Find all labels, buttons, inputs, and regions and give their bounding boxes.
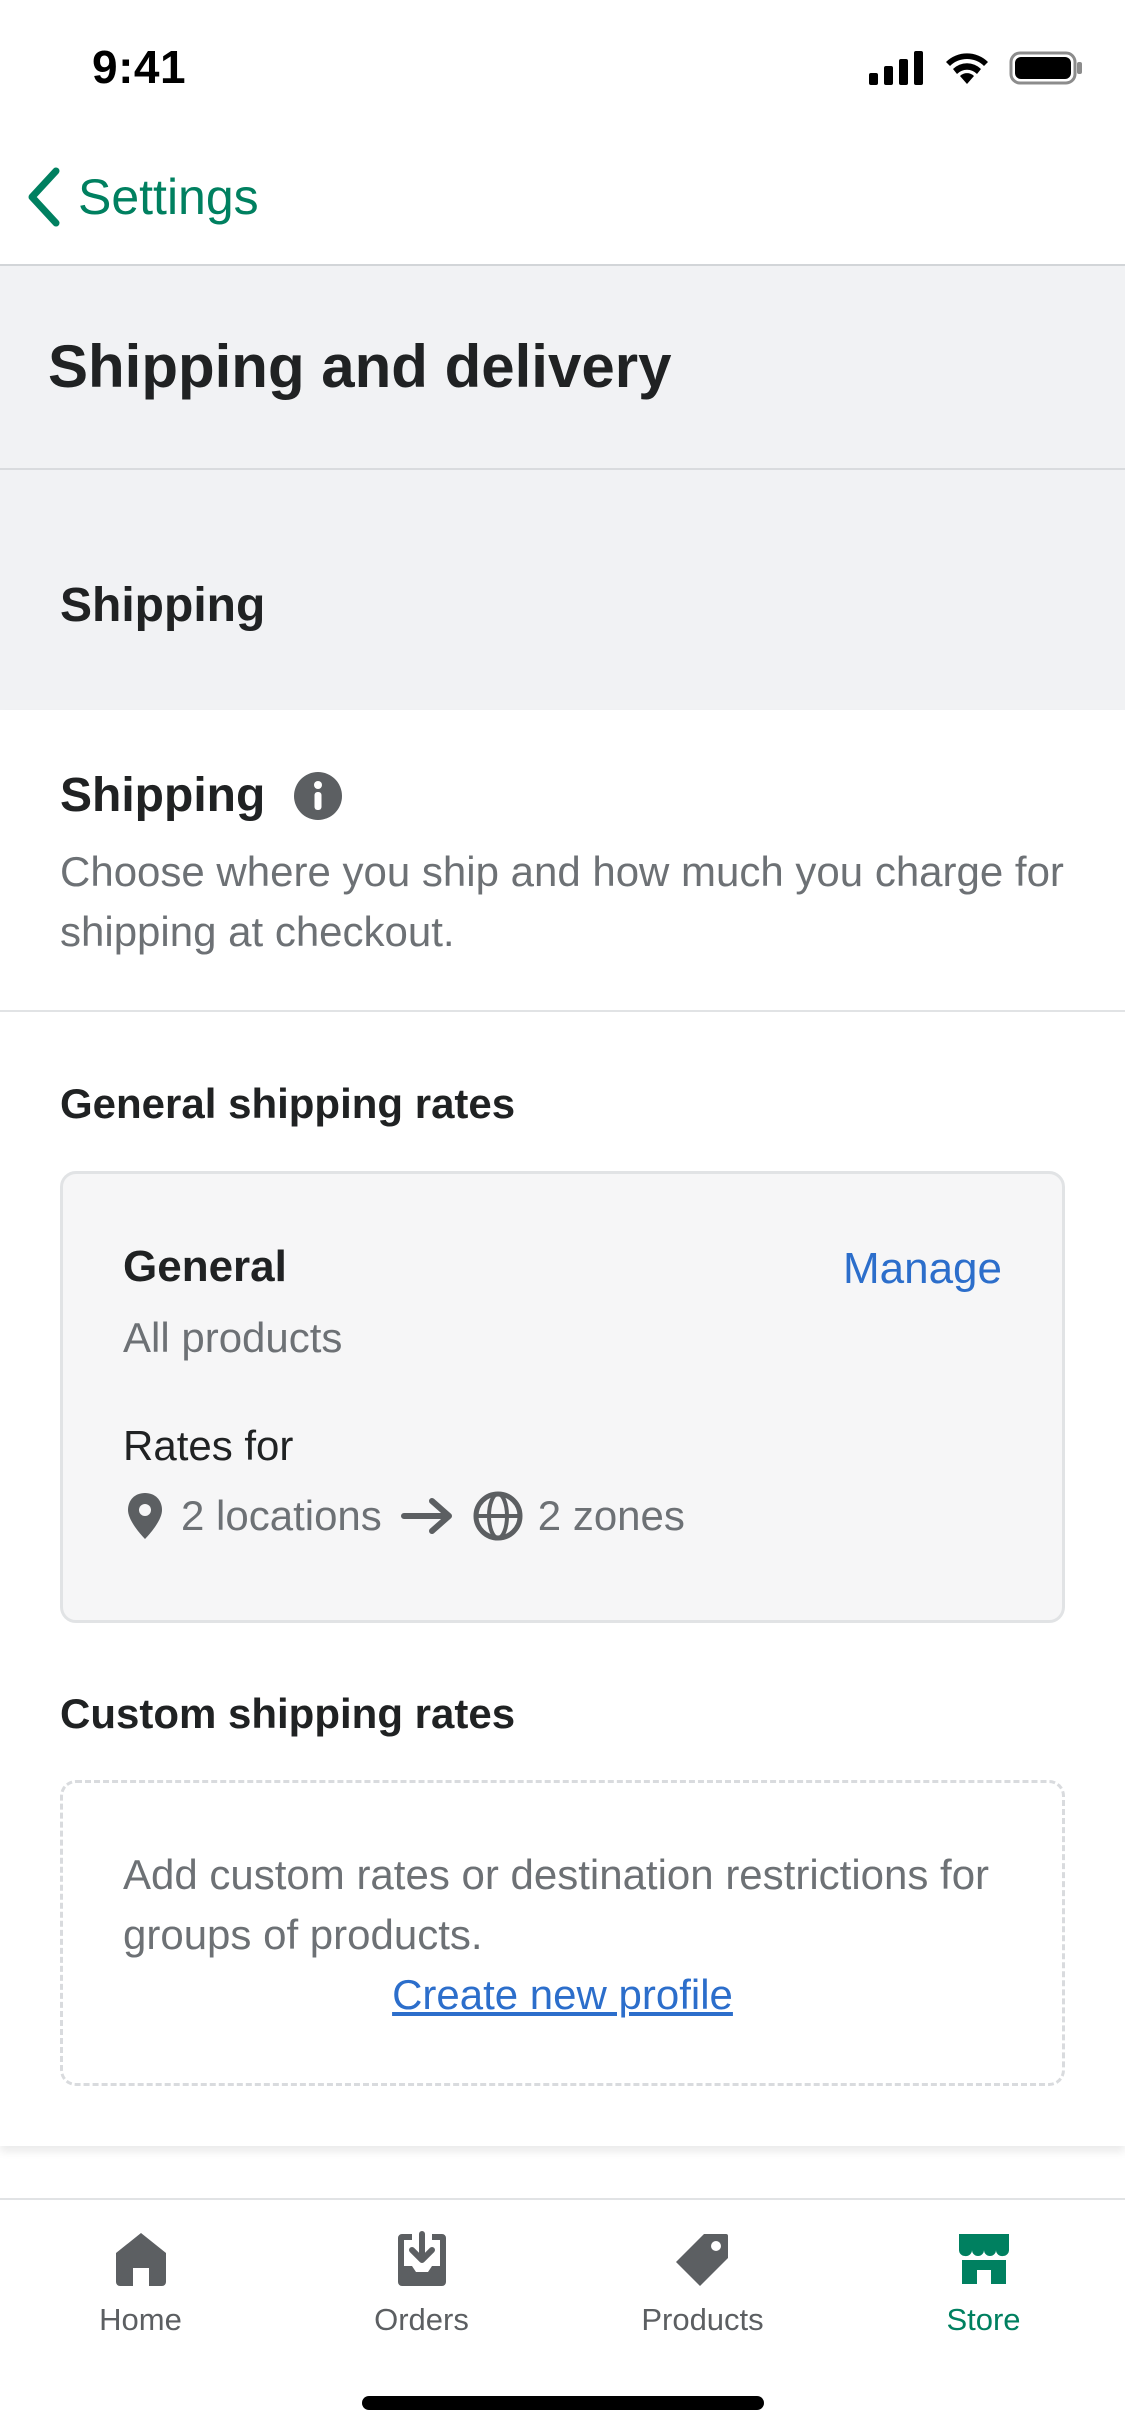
tab-label: Products: [641, 2302, 764, 2337]
orders-icon: [397, 2231, 446, 2286]
shipping-card: Shipping Choose where you ship and how m…: [0, 710, 1125, 2146]
tab-orders[interactable]: Orders: [281, 2230, 562, 2380]
arrow-right-icon: [400, 1498, 452, 1534]
card-description: Choose where you ship and how much you c…: [60, 848, 1064, 955]
page-header: Shipping and delivery: [0, 266, 1125, 470]
custom-rates-heading: Custom shipping rates: [60, 1690, 516, 1737]
locations-count: 2 locations: [181, 1492, 382, 1539]
wifi-icon: [946, 53, 988, 84]
location-pin-icon: [128, 1493, 162, 1539]
rates-for-label: Rates for: [123, 1422, 294, 1469]
globe-icon: [473, 1491, 523, 1541]
custom-rates-description: Add custom rates or destination restrict…: [123, 1851, 990, 1958]
card-title-row: Shipping: [60, 768, 343, 823]
tab-products[interactable]: Products: [562, 2230, 843, 2380]
home-indicator: [362, 2396, 764, 2410]
profile-name: General: [123, 1242, 287, 1291]
profile-scope: All products: [123, 1314, 343, 1361]
status-icons: [869, 50, 1083, 86]
navigation-bar: Settings: [0, 132, 1125, 266]
card-header: Shipping Choose where you ship and how m…: [0, 710, 1125, 1012]
manage-link[interactable]: Manage: [843, 1244, 1002, 1294]
zones-count: 2 zones: [537, 1492, 685, 1539]
status-bar: 9:41: [0, 0, 1125, 132]
general-rate-profile: General Manage All products Rates for 2 …: [60, 1171, 1065, 1623]
chevron-left-icon: [28, 167, 60, 227]
general-rates-heading: General shipping rates: [60, 1080, 516, 1127]
card-title: Shipping: [60, 769, 266, 822]
create-new-profile-link[interactable]: Create new profile: [63, 1971, 1062, 2019]
section-header: Shipping: [0, 470, 1125, 710]
battery-icon: [1009, 51, 1082, 85]
info-icon[interactable]: [293, 771, 343, 821]
custom-rates-empty-state: Add custom rates or destination restrict…: [60, 1780, 1065, 2086]
back-button-label: Settings: [78, 169, 259, 225]
tab-label: Store: [946, 2302, 1021, 2337]
tag-icon: [675, 2234, 728, 2286]
cellular-signal-icon: [869, 51, 923, 85]
tab-store[interactable]: Store: [843, 2230, 1124, 2380]
status-time: 9:41: [92, 41, 187, 93]
tab-home[interactable]: Home: [0, 2230, 281, 2380]
tab-label: Home: [99, 2302, 182, 2337]
tab-label: Orders: [374, 2302, 469, 2337]
page-title: Shipping and delivery: [48, 333, 672, 400]
screen: 9:41 Settings Shipping and delivery Ship…: [0, 0, 1125, 2436]
home-icon: [115, 2233, 166, 2286]
rates-summary: 2 locations 2 zones: [123, 1490, 685, 1542]
back-button[interactable]: Settings: [24, 166, 259, 228]
section-title: Shipping: [60, 579, 266, 632]
store-icon: [958, 2234, 1009, 2284]
